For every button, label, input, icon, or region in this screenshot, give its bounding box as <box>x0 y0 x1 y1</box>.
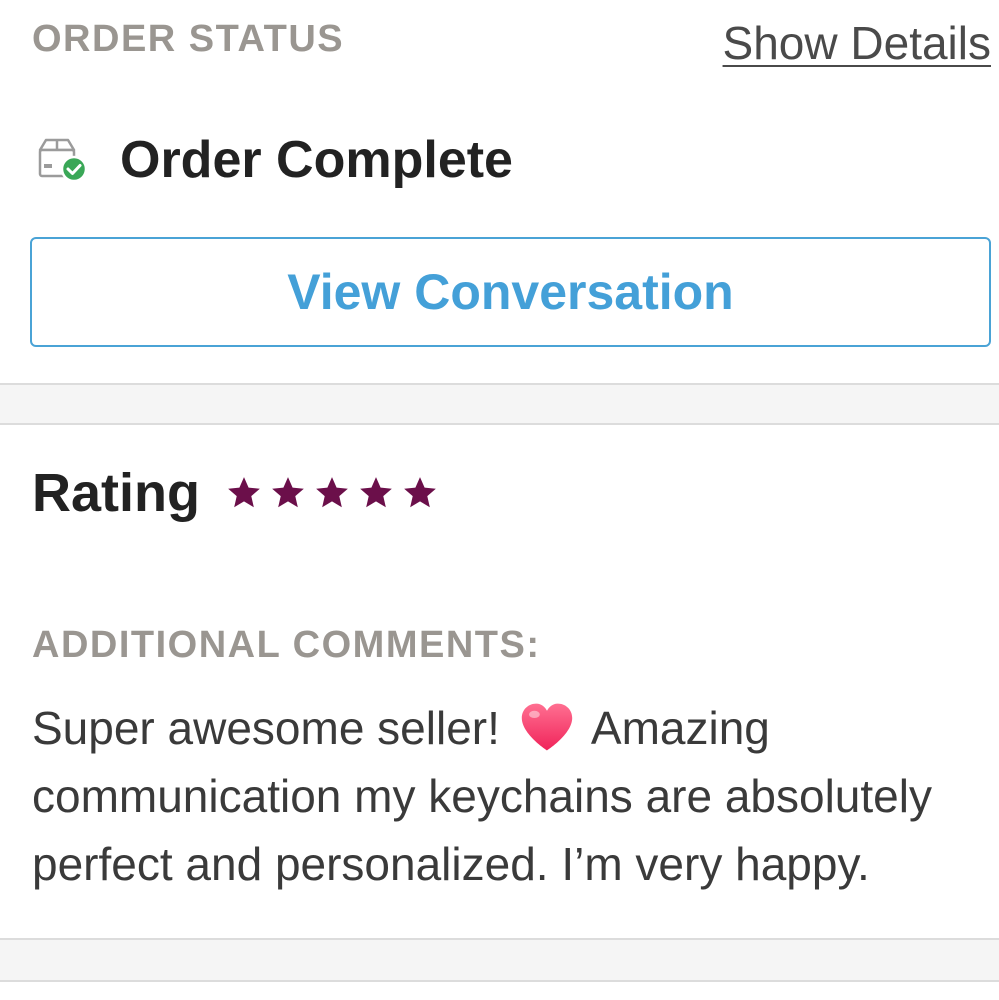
comment-text-part-1: Super awesome seller! <box>32 702 500 754</box>
show-details-link[interactable]: Show Details <box>723 16 991 70</box>
order-status-row: Order Complete <box>32 128 513 192</box>
rating-label: Rating <box>32 463 200 523</box>
box-check-icon <box>32 136 90 184</box>
heart-icon <box>521 703 572 751</box>
comment-text: Super awesome seller! Amazing communicat… <box>32 694 982 898</box>
star-icon <box>316 477 348 508</box>
additional-comments-label: ADDITIONAL COMMENTS: <box>32 624 541 666</box>
section-divider <box>0 383 999 425</box>
star-rating <box>224 474 440 512</box>
view-conversation-button[interactable]: View Conversation <box>30 237 991 347</box>
order-review-panel: ORDER STATUS Show Details Order Complete… <box>0 0 999 1000</box>
star-icon <box>228 477 260 508</box>
order-status-label: ORDER STATUS <box>32 18 345 60</box>
star-icon <box>360 477 392 508</box>
section-divider-bottom <box>0 938 999 982</box>
order-status-title: Order Complete <box>120 131 513 189</box>
rating-row: Rating <box>32 462 440 524</box>
order-status-header: ORDER STATUS Show Details <box>0 0 999 80</box>
star-icon <box>272 477 304 508</box>
star-icon <box>404 477 436 508</box>
